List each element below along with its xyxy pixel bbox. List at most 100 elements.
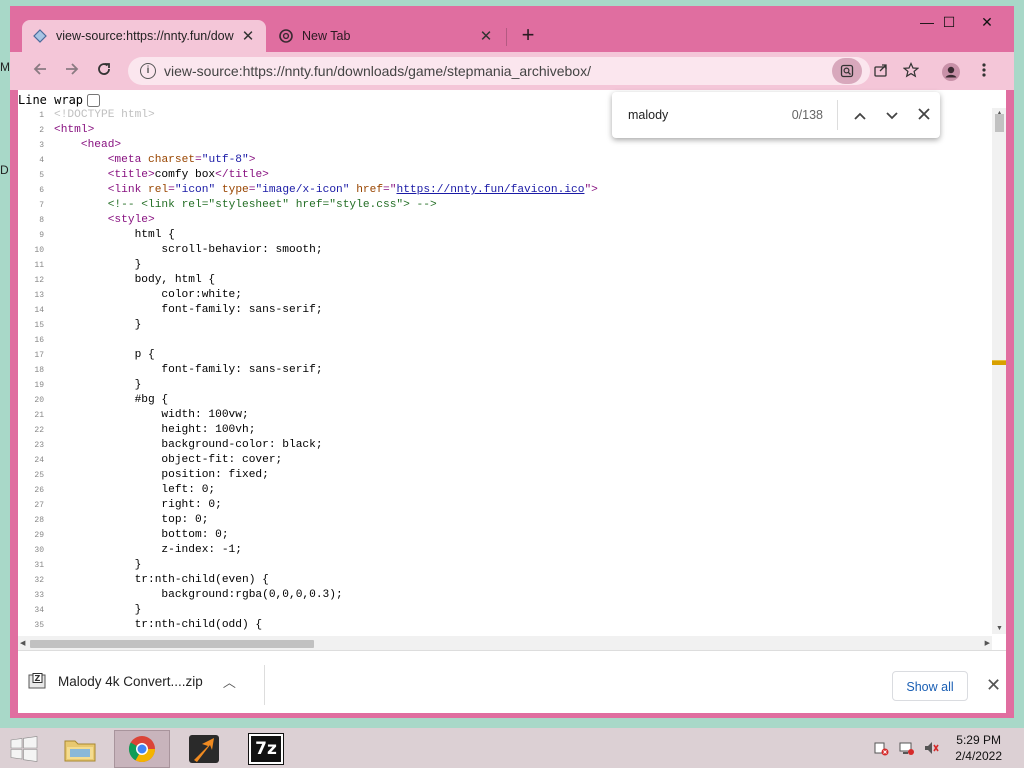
chevron-up-icon[interactable]: ︿ [223, 672, 236, 691]
source-token: #bg { [54, 394, 169, 406]
volume-muted-icon[interactable] [922, 740, 940, 756]
line-number: 7 [39, 201, 44, 210]
find-icon [840, 64, 854, 78]
display-network-icon[interactable] [897, 740, 915, 756]
line-wrap-control: Line wrap [18, 91, 101, 109]
line-number: 35 [34, 621, 44, 630]
source-token: = [195, 154, 202, 166]
line-number: 18 [34, 366, 44, 375]
find-previous-button[interactable] [844, 107, 876, 123]
maximize-button[interactable]: ☐ [934, 10, 964, 34]
close-window-button[interactable]: ✕ [972, 10, 1002, 34]
source-line: 25 position: fixed; [18, 468, 988, 483]
taskbar-arrow-app[interactable] [176, 730, 232, 768]
download-item[interactable]: Z Malody 4k Convert....zip ︿ [28, 661, 254, 701]
svg-text:Z: Z [35, 674, 41, 683]
find-in-page-button[interactable] [832, 58, 862, 84]
reload-icon [98, 63, 110, 75]
address-bar[interactable]: i view-source:https://nnty.fun/downloads… [128, 57, 870, 85]
source-token: html { [54, 229, 175, 241]
source-line: 13 color:white; [18, 288, 988, 303]
clock-date: 2/4/2022 [955, 749, 1002, 763]
download-divider [264, 665, 265, 705]
menu-button[interactable] [973, 62, 995, 84]
tab-close-icon[interactable]: ✕ [240, 27, 256, 45]
new-tab-button[interactable]: + [516, 24, 540, 48]
source-token: charset [148, 154, 196, 166]
scroll-down-icon[interactable]: ▼ [996, 625, 1003, 632]
line-number: 30 [34, 546, 44, 555]
horizontal-scroll-thumb[interactable] [30, 640, 314, 648]
line-number: 27 [34, 501, 44, 510]
share-button[interactable] [870, 62, 892, 84]
site-info-icon[interactable]: i [140, 63, 156, 79]
source-line: 28 top: 0; [18, 513, 988, 528]
source-line: 17 p { [18, 348, 988, 363]
line-number: 3 [39, 141, 44, 150]
orange-arrow-icon [189, 735, 219, 763]
taskbar: 7z 5:29 PM 2/4/2022 [0, 728, 1024, 768]
source-token: <link [107, 184, 149, 196]
source-token [54, 184, 108, 196]
show-all-button[interactable]: Show all [892, 671, 968, 701]
bookmark-button[interactable] [900, 62, 922, 84]
source-token: p { [54, 349, 155, 361]
find-bar: malody 0/138 [612, 92, 940, 138]
diamond-icon [32, 28, 48, 44]
source-line: 10 scroll-behavior: smooth; [18, 243, 988, 258]
source-token: top: 0; [54, 514, 209, 526]
source-token: font-family: sans-serif; [54, 304, 323, 316]
source-line: 8 <style> [18, 213, 988, 228]
source-line: 3 <head> [18, 138, 988, 153]
taskbar-chrome[interactable] [114, 730, 170, 768]
line-number: 6 [39, 186, 44, 195]
source-token: } [54, 319, 142, 331]
source-line: 32 tr:nth-child(even) { [18, 573, 988, 588]
scroll-left-icon[interactable]: ◀ [20, 639, 25, 647]
network-warning-icon[interactable] [872, 740, 890, 756]
source-token: "icon" [174, 184, 222, 196]
reload-button[interactable] [92, 60, 116, 84]
source-token [54, 154, 108, 166]
vertical-scrollbar[interactable]: ▲ ▼ [992, 108, 1006, 634]
source-token: background:rgba(0,0,0,0.3); [54, 589, 343, 601]
system-clock[interactable]: 5:29 PM 2/4/2022 [955, 732, 1002, 764]
find-next-button[interactable] [876, 107, 908, 123]
line-number: 5 [39, 171, 44, 180]
zip-file-icon: Z [28, 673, 46, 689]
source-token: = [168, 184, 175, 196]
find-close-button[interactable] [908, 107, 940, 123]
tab-close-icon[interactable]: ✕ [478, 27, 494, 45]
tab-strip: view-source:https://nnty.fun/dow ✕ New T… [10, 6, 1014, 52]
find-input[interactable]: malody [612, 108, 748, 122]
line-number: 22 [34, 426, 44, 435]
line-number: 8 [39, 216, 44, 225]
source-line: 4 <meta charset="utf-8"> [18, 153, 988, 168]
taskbar-7zip[interactable]: 7z [238, 730, 294, 768]
scroll-right-icon[interactable]: ▶ [985, 639, 990, 647]
source-link[interactable]: https://nnty.fun/favicon.ico [396, 184, 584, 196]
source-line: 33 background:rgba(0,0,0,0.3); [18, 588, 988, 603]
forward-button[interactable] [60, 60, 84, 84]
line-wrap-checkbox[interactable] [87, 93, 101, 107]
vertical-scroll-thumb[interactable] [995, 114, 1004, 132]
tab-view-source[interactable]: view-source:https://nnty.fun/dow ✕ [22, 20, 266, 52]
profile-button[interactable] [940, 62, 962, 84]
close-icon [918, 108, 930, 120]
tab-new-tab[interactable]: New Tab ✕ [268, 20, 504, 52]
close-download-shelf-icon[interactable]: ✕ [986, 675, 1001, 696]
address-url: view-source:https://nnty.fun/downloads/g… [164, 63, 591, 79]
source-token: position: fixed; [54, 469, 269, 481]
star-icon [902, 62, 920, 78]
start-button[interactable] [0, 730, 48, 768]
back-button[interactable] [28, 60, 52, 84]
line-number: 25 [34, 471, 44, 480]
source-line: 21 width: 100vw; [18, 408, 988, 423]
line-number: 34 [34, 606, 44, 615]
horizontal-scrollbar[interactable]: ◀ ▶ [18, 636, 992, 650]
source-token: =" [383, 184, 397, 196]
taskbar-file-explorer[interactable] [52, 730, 108, 768]
source-token: </title> [215, 169, 269, 181]
source-line: 9 html { [18, 228, 988, 243]
source-line: 24 object-fit: cover; [18, 453, 988, 468]
